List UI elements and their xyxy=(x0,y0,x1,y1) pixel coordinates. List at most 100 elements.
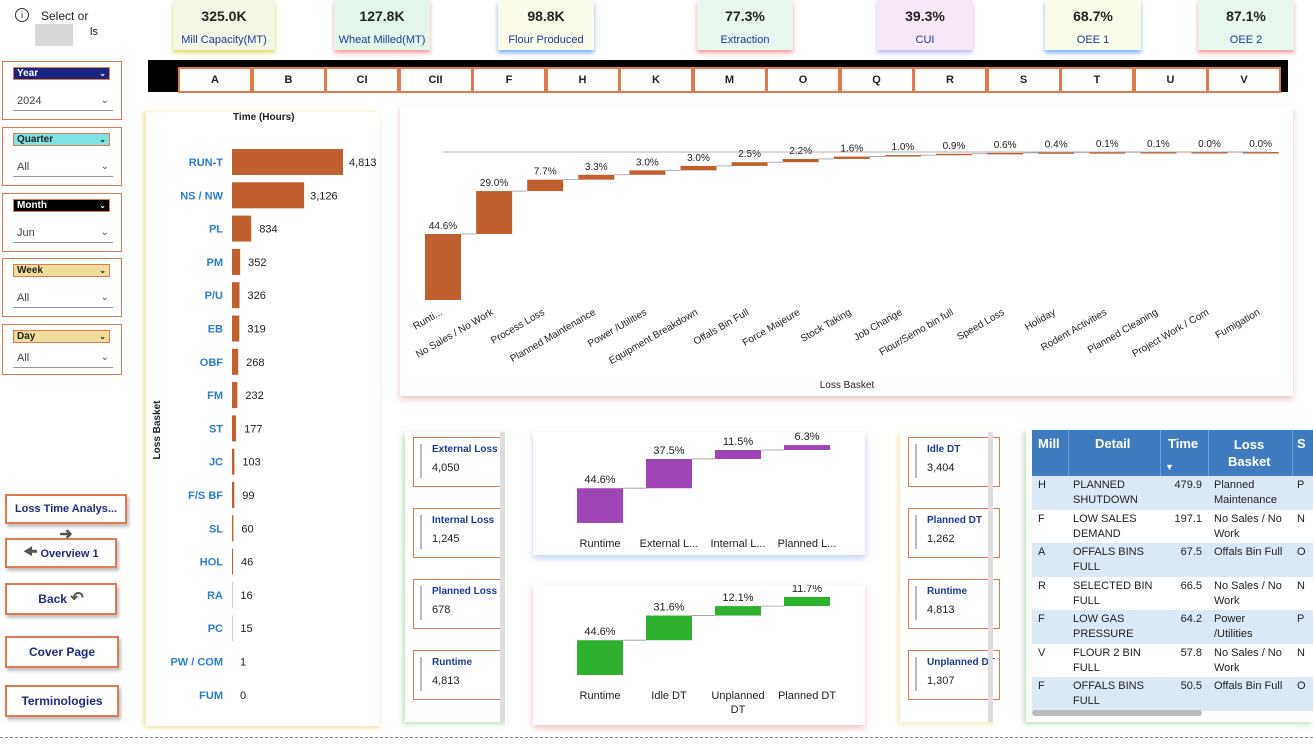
filter-header[interactable]: Year ⌄ xyxy=(13,67,110,80)
cell-s: P xyxy=(1297,613,1305,625)
cell-mill: R xyxy=(1038,579,1046,592)
loss-time-analysis-button[interactable]: Loss Time Analys... ➜ xyxy=(5,494,127,543)
metric-card[interactable]: Idle DT 3,404 xyxy=(908,437,1000,487)
card-accent xyxy=(915,586,917,620)
tab-ci[interactable]: CI xyxy=(325,67,399,93)
bar xyxy=(577,488,623,523)
scrollbar[interactable] xyxy=(988,432,993,722)
downtime-summary-waterfall-chart: 44.6% Runtime 31.6% Idle DT 12.1% Unplanned DT… xyxy=(577,583,836,716)
cover-page-button[interactable]: Cover Page xyxy=(5,636,119,668)
filter-header[interactable]: Day ⌄ xyxy=(13,330,110,343)
filter-dropdown[interactable]: All ⌄ xyxy=(13,289,113,308)
data-label: 1 xyxy=(240,657,246,669)
data-label: 103 xyxy=(242,457,260,469)
loss-summary-waterfall-chart: 44.6% Runtime 37.5% External L... 11.5% Inter… xyxy=(577,431,836,550)
table-row[interactable]: H PLANNED SHUTDOWN 479.9 Planned Maintenanc… xyxy=(1032,476,1313,511)
filter-header[interactable]: Quarter ⌄ xyxy=(13,133,110,146)
tab-cii[interactable]: CII xyxy=(398,67,473,93)
tab-r[interactable]: R xyxy=(913,67,987,93)
metric-card[interactable]: Planned DT 1,262 xyxy=(908,508,1000,558)
data-label: 0.0% xyxy=(1198,139,1221,150)
bar xyxy=(232,348,239,375)
metric-card[interactable]: Runtime 4,813 xyxy=(908,579,1000,629)
kpi-card: 127.8K Wheat Milled(MT) xyxy=(334,0,430,50)
overview-button[interactable]: 🠜 Overview 1 xyxy=(5,538,117,568)
metric-card[interactable]: Runtime 4,813 xyxy=(413,650,505,700)
table-row[interactable]: F LOW GAS PRESSURE 64.2 Power /Utilities P xyxy=(1032,610,1313,645)
kpi-card: 77.3% Extraction xyxy=(697,0,793,50)
tab-s[interactable]: S xyxy=(986,67,1061,93)
horizontal-scrollbar[interactable] xyxy=(1032,710,1202,716)
kpi-value: 68.7% xyxy=(1073,8,1113,24)
filter-panel-month: Month ⌄ Jun ⌄ xyxy=(2,193,122,252)
sort-desc-icon[interactable]: ▼ xyxy=(1165,462,1174,472)
col-header-mill[interactable]: Mill xyxy=(1038,436,1060,451)
metric-card[interactable]: Planned Loss 678 xyxy=(413,579,505,629)
tab-k[interactable]: K xyxy=(619,67,693,93)
filter-panel-quarter: Quarter ⌄ All ⌄ xyxy=(2,127,122,186)
filter-dropdown[interactable]: Jun ⌄ xyxy=(13,224,113,243)
chevron-down-icon: ⌄ xyxy=(99,135,106,144)
col-header-s[interactable]: S xyxy=(1297,436,1306,451)
kpi-value: 39.3% xyxy=(905,8,945,24)
table-row[interactable]: R SELECTED BIN FULL 66.5 No Sales / No Work… xyxy=(1032,576,1313,612)
tick-label: P/U xyxy=(205,290,223,302)
tick-label: SL xyxy=(209,523,223,535)
tab-v[interactable]: V xyxy=(1207,67,1281,93)
back-button[interactable]: Back ↶ xyxy=(5,583,117,615)
undo-icon: ↶ xyxy=(70,590,84,607)
data-label: 15 xyxy=(240,623,252,635)
cell-time: 50.5 xyxy=(1180,680,1202,692)
filter-value: 2024 xyxy=(17,95,42,107)
tab-u[interactable]: U xyxy=(1133,67,1208,93)
filter-panel-week: Week ⌄ All ⌄ xyxy=(2,258,122,317)
chevron-down-icon: ⌄ xyxy=(100,227,109,238)
filter-dropdown[interactable]: All ⌄ xyxy=(13,158,113,177)
tick-label: OBF xyxy=(200,357,224,369)
bar xyxy=(936,153,972,156)
chart-title: Time (Hours) xyxy=(233,112,295,123)
col-header-detail[interactable]: Detail xyxy=(1095,436,1130,451)
tab-o[interactable]: O xyxy=(766,67,840,93)
chevron-down-icon: ⌄ xyxy=(99,266,106,275)
info-icon[interactable]: i xyxy=(15,8,29,22)
metric-card[interactable]: Unplanned DT 1,307 xyxy=(908,650,1000,700)
filter-value: Jun xyxy=(17,227,35,239)
filter-dropdown[interactable]: 2024 ⌄ xyxy=(13,92,113,111)
tab-f[interactable]: F xyxy=(472,67,546,93)
metric-card[interactable]: Internal Loss 1,245 xyxy=(413,508,505,558)
filter-dropdown[interactable]: All ⌄ xyxy=(13,349,113,368)
col-header-time[interactable]: Time xyxy=(1168,436,1198,451)
tab-h[interactable]: H xyxy=(545,67,620,93)
tab-t[interactable]: T xyxy=(1060,67,1134,93)
tab-m[interactable]: M xyxy=(692,67,767,93)
cell-detail: FLOUR 2 BIN FULL xyxy=(1073,646,1141,674)
col-header-basket[interactable]: Loss Basket xyxy=(1228,436,1271,470)
data-label: 0.1% xyxy=(1096,139,1119,150)
table-row[interactable]: F LOW SALES DEMAND 197.1 No Sales / No Work… xyxy=(1032,509,1313,545)
tab-a[interactable]: A xyxy=(178,67,252,93)
scrollbar[interactable] xyxy=(500,432,505,722)
bar xyxy=(232,482,235,508)
filter-header[interactable]: Week ⌄ xyxy=(13,264,110,277)
bar xyxy=(232,282,240,309)
filter-value: All xyxy=(17,161,30,173)
table-row[interactable]: V FLOUR 2 BIN FULL 57.8 No Sales / No Work N xyxy=(1032,643,1313,679)
cell-s: N xyxy=(1297,646,1305,659)
kpi-value: 87.1% xyxy=(1226,8,1266,24)
bar xyxy=(232,215,252,242)
cell-time: 479.9 xyxy=(1174,479,1202,491)
table-row[interactable]: F OFFALS BINS FULL 50.5 Offals Bin Full O xyxy=(1032,677,1313,712)
bar xyxy=(425,233,461,300)
table-row[interactable]: A OFFALS BINS FULL 67.5 Offals Bin Full O xyxy=(1032,543,1313,578)
chevron-down-icon: ⌄ xyxy=(100,292,109,303)
tick-label: External L... xyxy=(640,538,699,550)
filter-header[interactable]: Month ⌄ xyxy=(13,199,110,212)
metric-card[interactable]: External Loss 4,050 xyxy=(413,437,505,487)
tick-label: JC xyxy=(209,457,223,469)
terminologies-button[interactable]: Terminologies xyxy=(5,685,119,717)
cell-detail: LOW SALES DEMAND xyxy=(1073,512,1137,540)
tab-q[interactable]: Q xyxy=(839,67,914,93)
tick-label: Planned DT xyxy=(778,690,836,702)
tab-b[interactable]: B xyxy=(251,67,326,93)
